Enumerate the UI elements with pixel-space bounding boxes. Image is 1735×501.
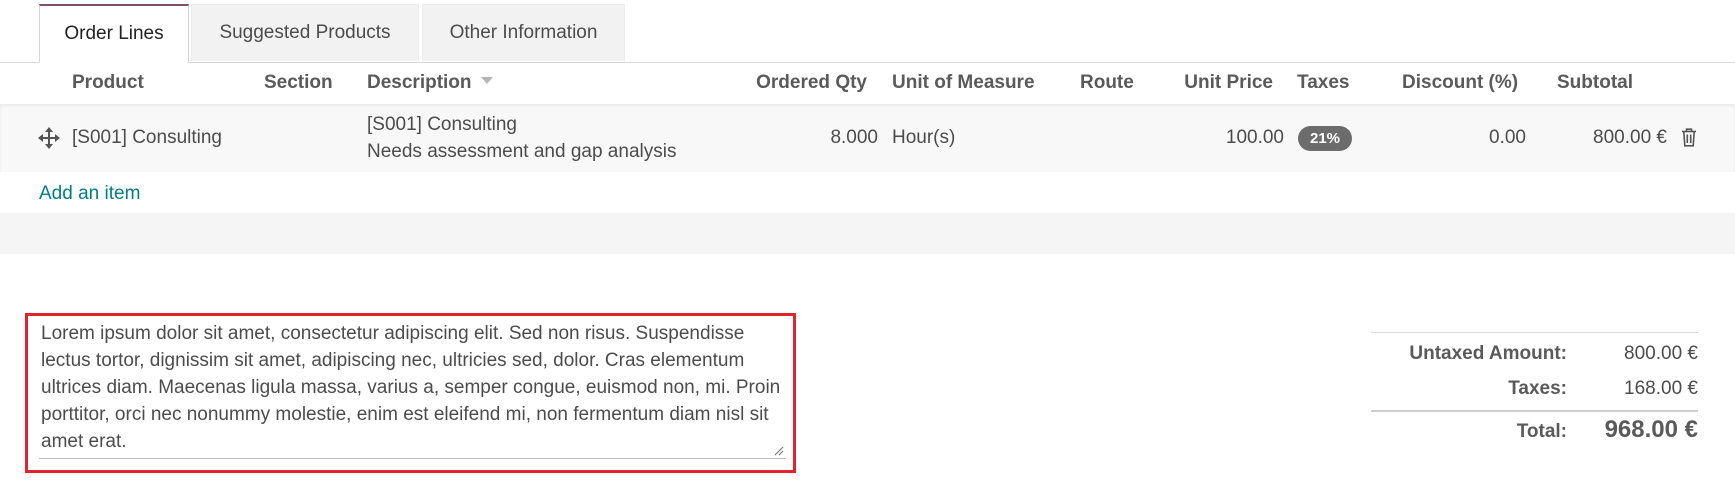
col-header-description-label: Description (367, 72, 472, 93)
taxes-value: 168.00 € (1624, 378, 1698, 399)
col-header-uom[interactable]: Unit of Measure (892, 62, 1035, 104)
col-header-unit-price[interactable]: Unit Price (1165, 62, 1273, 104)
drag-handle-icon[interactable] (38, 127, 60, 149)
totals-top-rule (1371, 332, 1698, 333)
add-item-link[interactable]: Add an item (39, 183, 140, 205)
line-subtotal: 800.00 € (1593, 127, 1667, 148)
order-lines-header: Product Section Description Ordered Qty … (0, 62, 1735, 105)
tab-suggested-products[interactable]: Suggested Products (191, 4, 419, 61)
line-uom[interactable]: Hour(s) (892, 127, 955, 149)
total-label: Total: (1516, 421, 1567, 442)
total-value: 968.00 € (1604, 416, 1698, 443)
col-header-taxes[interactable]: Taxes (1297, 62, 1349, 104)
tab-other-information[interactable]: Other Information (422, 4, 625, 61)
col-header-section[interactable]: Section (264, 62, 333, 104)
col-header-route[interactable]: Route (1080, 62, 1134, 104)
line-description-line2[interactable]: Needs assessment and gap analysis (367, 141, 676, 163)
line-description-line1[interactable]: [S001] Consulting (367, 114, 517, 136)
col-header-discount[interactable]: Discount (%) (1402, 62, 1518, 104)
col-header-subtotal[interactable]: Subtotal (1557, 62, 1633, 104)
totals-bottom-rule (1371, 410, 1698, 412)
notebook-tabs: Order Lines Suggested Products Other Inf… (0, 0, 1735, 63)
notes-field[interactable]: Lorem ipsum dolor sit amet, consectetur … (41, 320, 786, 455)
trash-icon[interactable] (1681, 128, 1697, 147)
col-header-ordered-qty[interactable]: Ordered Qty (740, 62, 867, 104)
line-unit-price[interactable]: 100.00 (1165, 127, 1284, 149)
untaxed-amount-value: 800.00 € (1624, 343, 1698, 364)
col-header-description[interactable]: Description (367, 62, 493, 104)
untaxed-amount-label: Untaxed Amount: (1409, 343, 1567, 364)
col-header-product[interactable]: Product (72, 62, 144, 104)
line-product[interactable]: [S001] Consulting (72, 127, 222, 149)
line-qty[interactable]: 8.000 (740, 127, 878, 149)
taxes-label: Taxes: (1508, 378, 1567, 399)
tab-order-lines[interactable]: Order Lines (39, 4, 189, 63)
empty-row-band (0, 213, 1735, 254)
line-discount[interactable]: 0.00 (1402, 127, 1526, 149)
resize-handle-icon[interactable] (773, 445, 784, 456)
notes-underline (39, 458, 786, 459)
tax-badge[interactable]: 21% (1298, 126, 1352, 151)
sort-caret-icon (480, 77, 493, 85)
